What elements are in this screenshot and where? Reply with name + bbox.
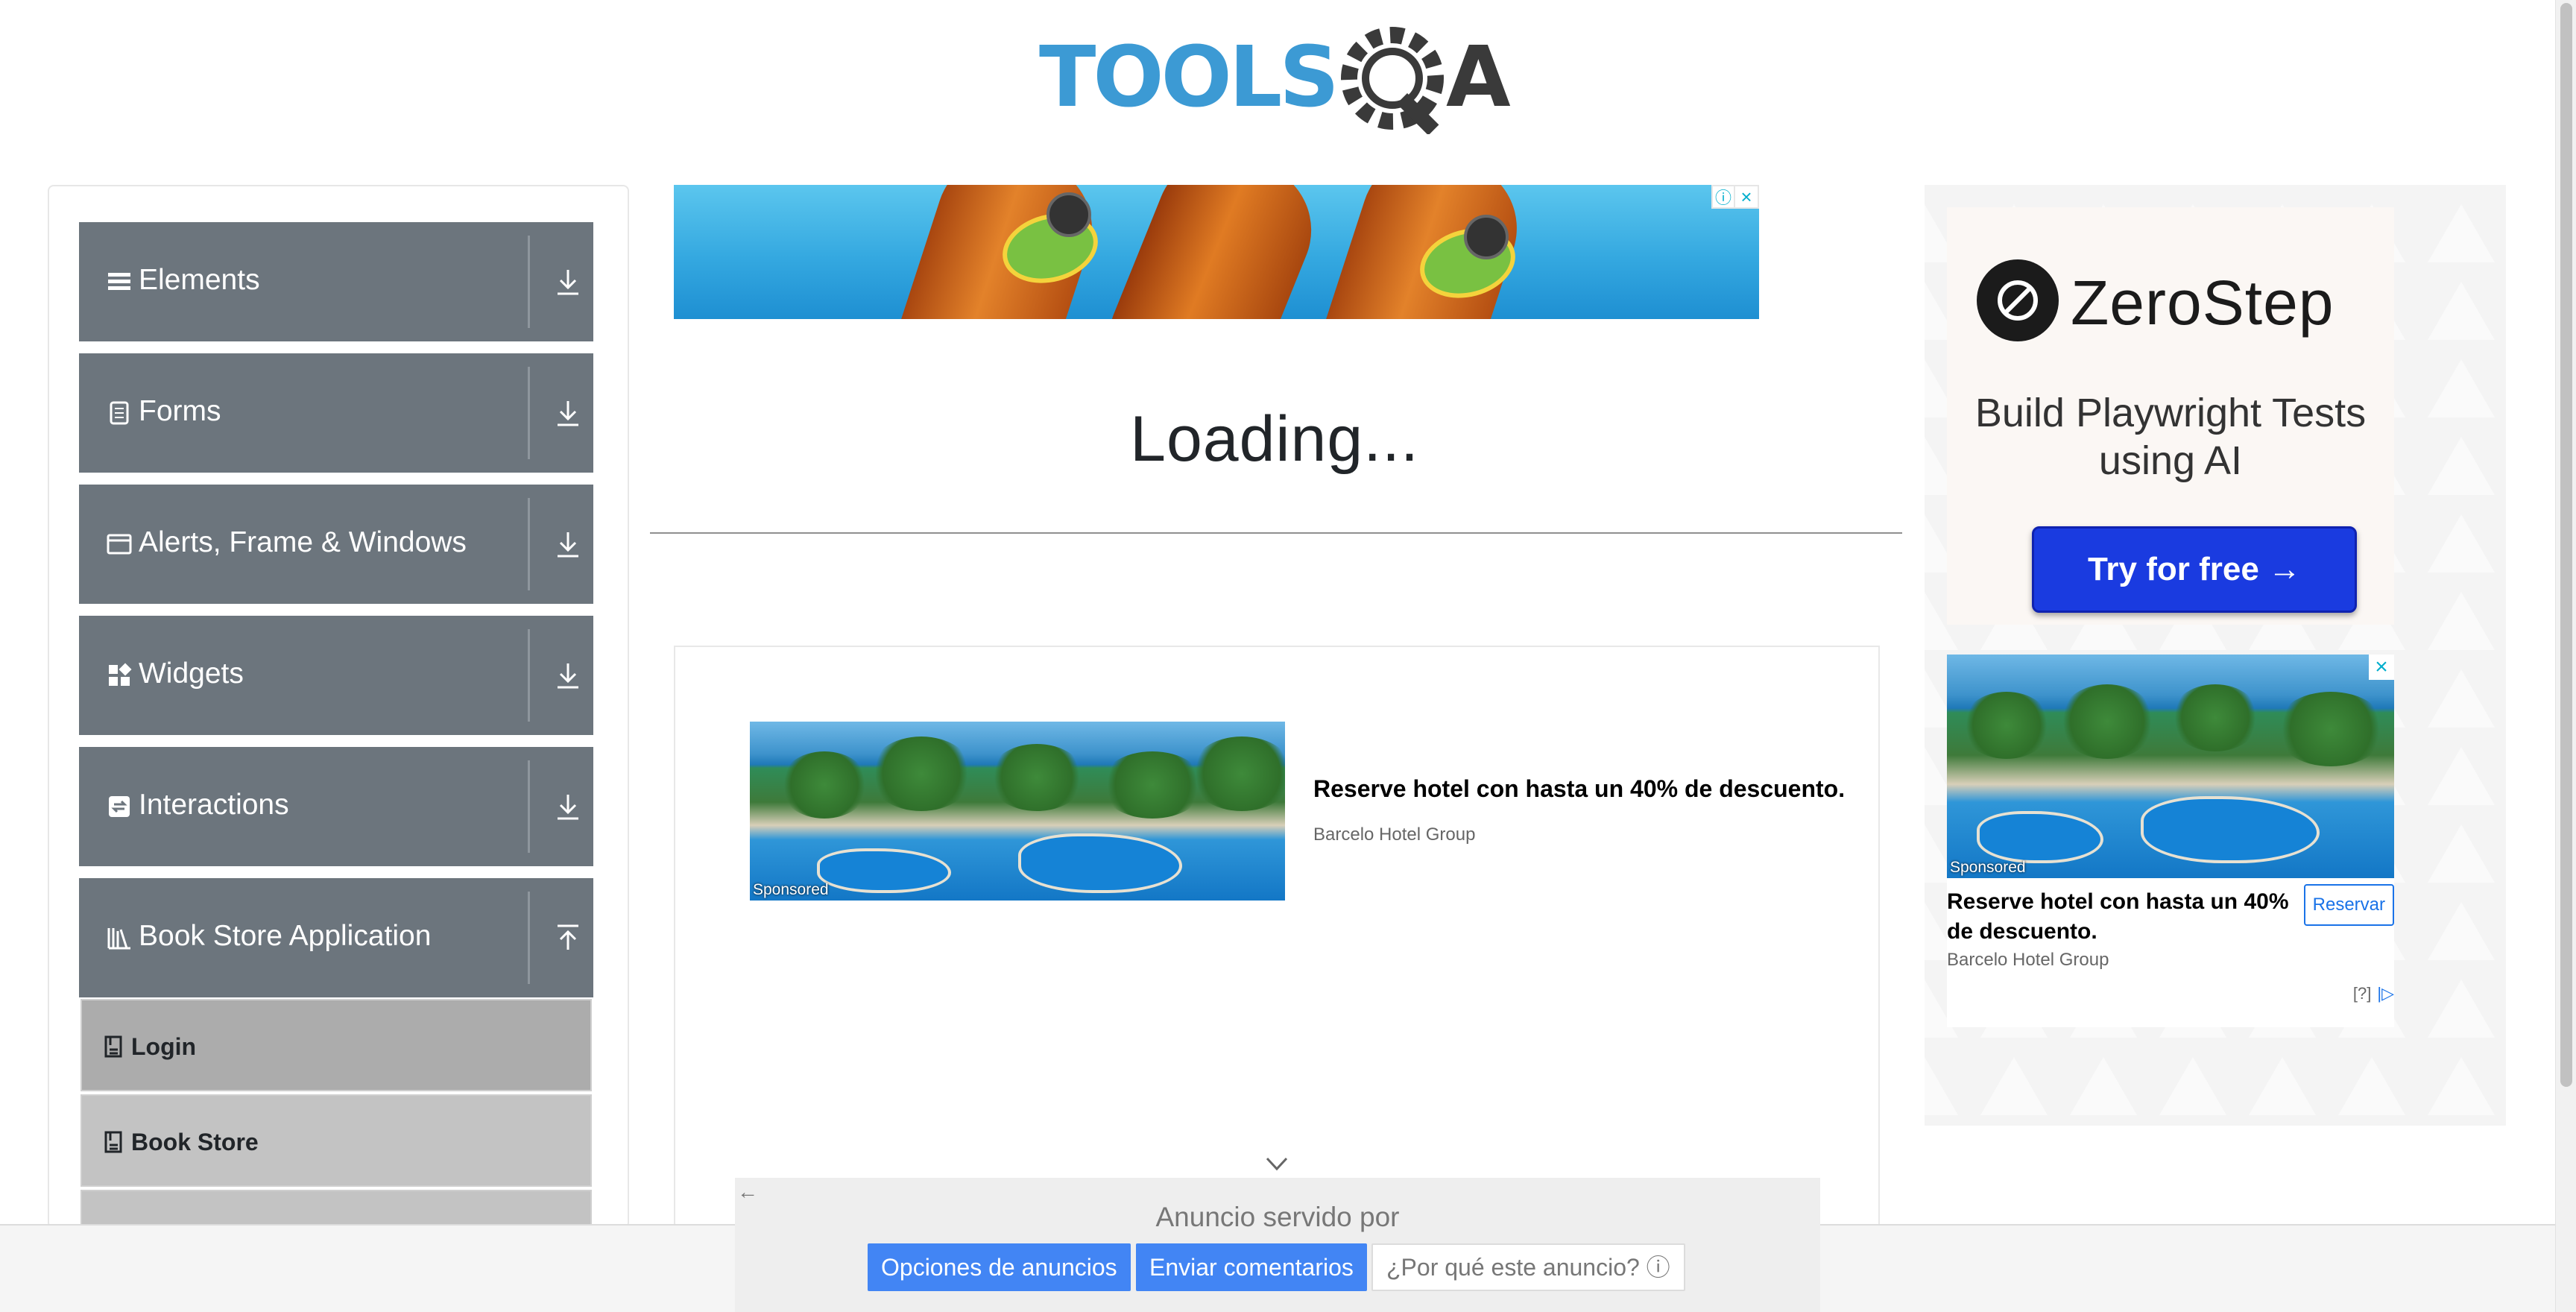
scrollbar-thumb[interactable] [2560,3,2572,1087]
ad-options-button[interactable]: Opciones de anuncios [868,1243,1131,1291]
top-banner-ad[interactable]: ⓘ × [674,185,1759,319]
logo-text-tools: TOOLS [1039,29,1336,126]
expand-down-icon[interactable] [552,397,584,429]
book-icon [103,1130,124,1154]
logo-text-a: A [1446,29,1511,126]
sidebar-item-book-store[interactable]: Book Store [80,1094,592,1187]
collapse-up-icon[interactable] [552,921,584,954]
sidebar-group-forms[interactable]: Forms [79,353,593,473]
reserve-button[interactable]: Reservar [2303,884,2394,926]
sponsored-label: Sponsored [1950,859,2026,876]
ad-bottle-cap [1464,215,1509,259]
zerostep-tagline: Build Playwright Tests using AI [1974,391,2367,483]
zerostep-ad-card[interactable]: ZeroStep Build Playwright Tests using AI… [1947,207,2394,625]
sponsored-label: Sponsored [753,881,829,898]
book-icon [103,1035,124,1059]
back-arrow-icon[interactable]: ← [736,1181,759,1203]
sidebar-group-label: Forms [139,395,221,427]
why-this-ad-button[interactable]: ¿Por qué este anuncio? ⓘ [1371,1243,1685,1291]
divider [528,892,530,984]
adchoices-icon[interactable]: |▷ [2377,984,2394,1003]
list-icon [106,267,133,297]
ad-served-panel: ← Anuncio servido por Opciones de anunci… [735,1178,1820,1312]
divider [528,760,530,853]
sidebar-item-login[interactable]: Login [80,999,592,1091]
divider [528,498,530,590]
close-icon[interactable]: × [1735,185,1759,209]
sidebar-group-alerts-frame-windows[interactable]: Alerts, Frame & Windows [79,485,593,604]
expand-down-icon[interactable] [552,659,584,692]
widgets-icon [106,660,133,690]
hotel-ad-card[interactable]: Sponsored × Reserve hotel con hasta un 4… [1947,655,2394,1027]
sidebar-group-label: Widgets [139,657,244,690]
expand-down-icon[interactable] [552,265,584,298]
hotel-ad-image[interactable]: Sponsored [1947,655,2394,878]
ad-title[interactable]: Reserve hotel con hasta un 40% de descue… [1313,775,1845,803]
sidebar-group-elements[interactable]: Elements [79,222,593,341]
ad-info-label[interactable]: [?] [2353,984,2371,1003]
divider [528,236,530,328]
page-scrollbar[interactable] [2555,0,2576,1312]
toolsqa-logo[interactable]: TOOLS A [1036,22,1521,134]
sidebar-group-label: Elements [139,264,260,296]
divider [528,629,530,722]
info-icon[interactable]: ⓘ [1711,185,1735,209]
sidebar-item-label: Login [131,1033,197,1060]
try-for-free-button[interactable]: Try for free → [2032,526,2357,613]
interactions-icon [106,792,133,821]
ad-advertiser: Barcelo Hotel Group [1313,824,1476,845]
sidebar-group-label: Alerts, Frame & Windows [139,526,467,558]
sidebar-group-interactions[interactable]: Interactions [79,747,593,866]
window-icon [106,529,133,559]
zerostep-logo-icon [1977,259,2059,341]
form-icon [106,398,133,428]
right-sidebar-ad[interactable]: ZeroStep Build Playwright Tests using AI… [1925,185,2506,1126]
ad-choices-badge[interactable]: ⓘ × [1711,185,1759,209]
ad-bottle-cap [1046,192,1091,237]
close-icon[interactable]: × [2369,655,2394,680]
sidebar-item-label: Book Store [131,1129,259,1155]
ad-served-by-text: Anuncio servido por [1155,1202,1400,1232]
ad-advertiser: Barcelo Hotel Group [1947,950,2109,970]
sidebar-group-widgets[interactable]: Widgets [79,616,593,735]
sidebar-group-label: Book Store Application [139,920,432,952]
book-store-icon [106,923,133,953]
divider-line [650,532,1902,534]
ad-info[interactable]: [?] |▷ [2353,984,2394,1003]
hotel-ad-image[interactable]: Sponsored [750,722,1285,901]
sidebar-group-book-store-application[interactable]: Book Store Application [79,878,593,997]
zerostep-brand: ZeroStep [2071,268,2334,338]
expand-down-icon[interactable] [552,528,584,561]
send-feedback-button[interactable]: Enviar comentarios [1136,1243,1367,1291]
sidebar-group-label: Interactions [139,789,289,821]
expand-down-icon[interactable] [552,790,584,823]
chevron-down-icon[interactable] [1264,1152,1289,1175]
ad-title[interactable]: Reserve hotel con hasta un 40% de descue… [1947,887,2297,947]
ad-bottle-image [1096,185,1332,319]
divider [528,367,530,459]
loading-text: Loading... [1130,403,1419,475]
